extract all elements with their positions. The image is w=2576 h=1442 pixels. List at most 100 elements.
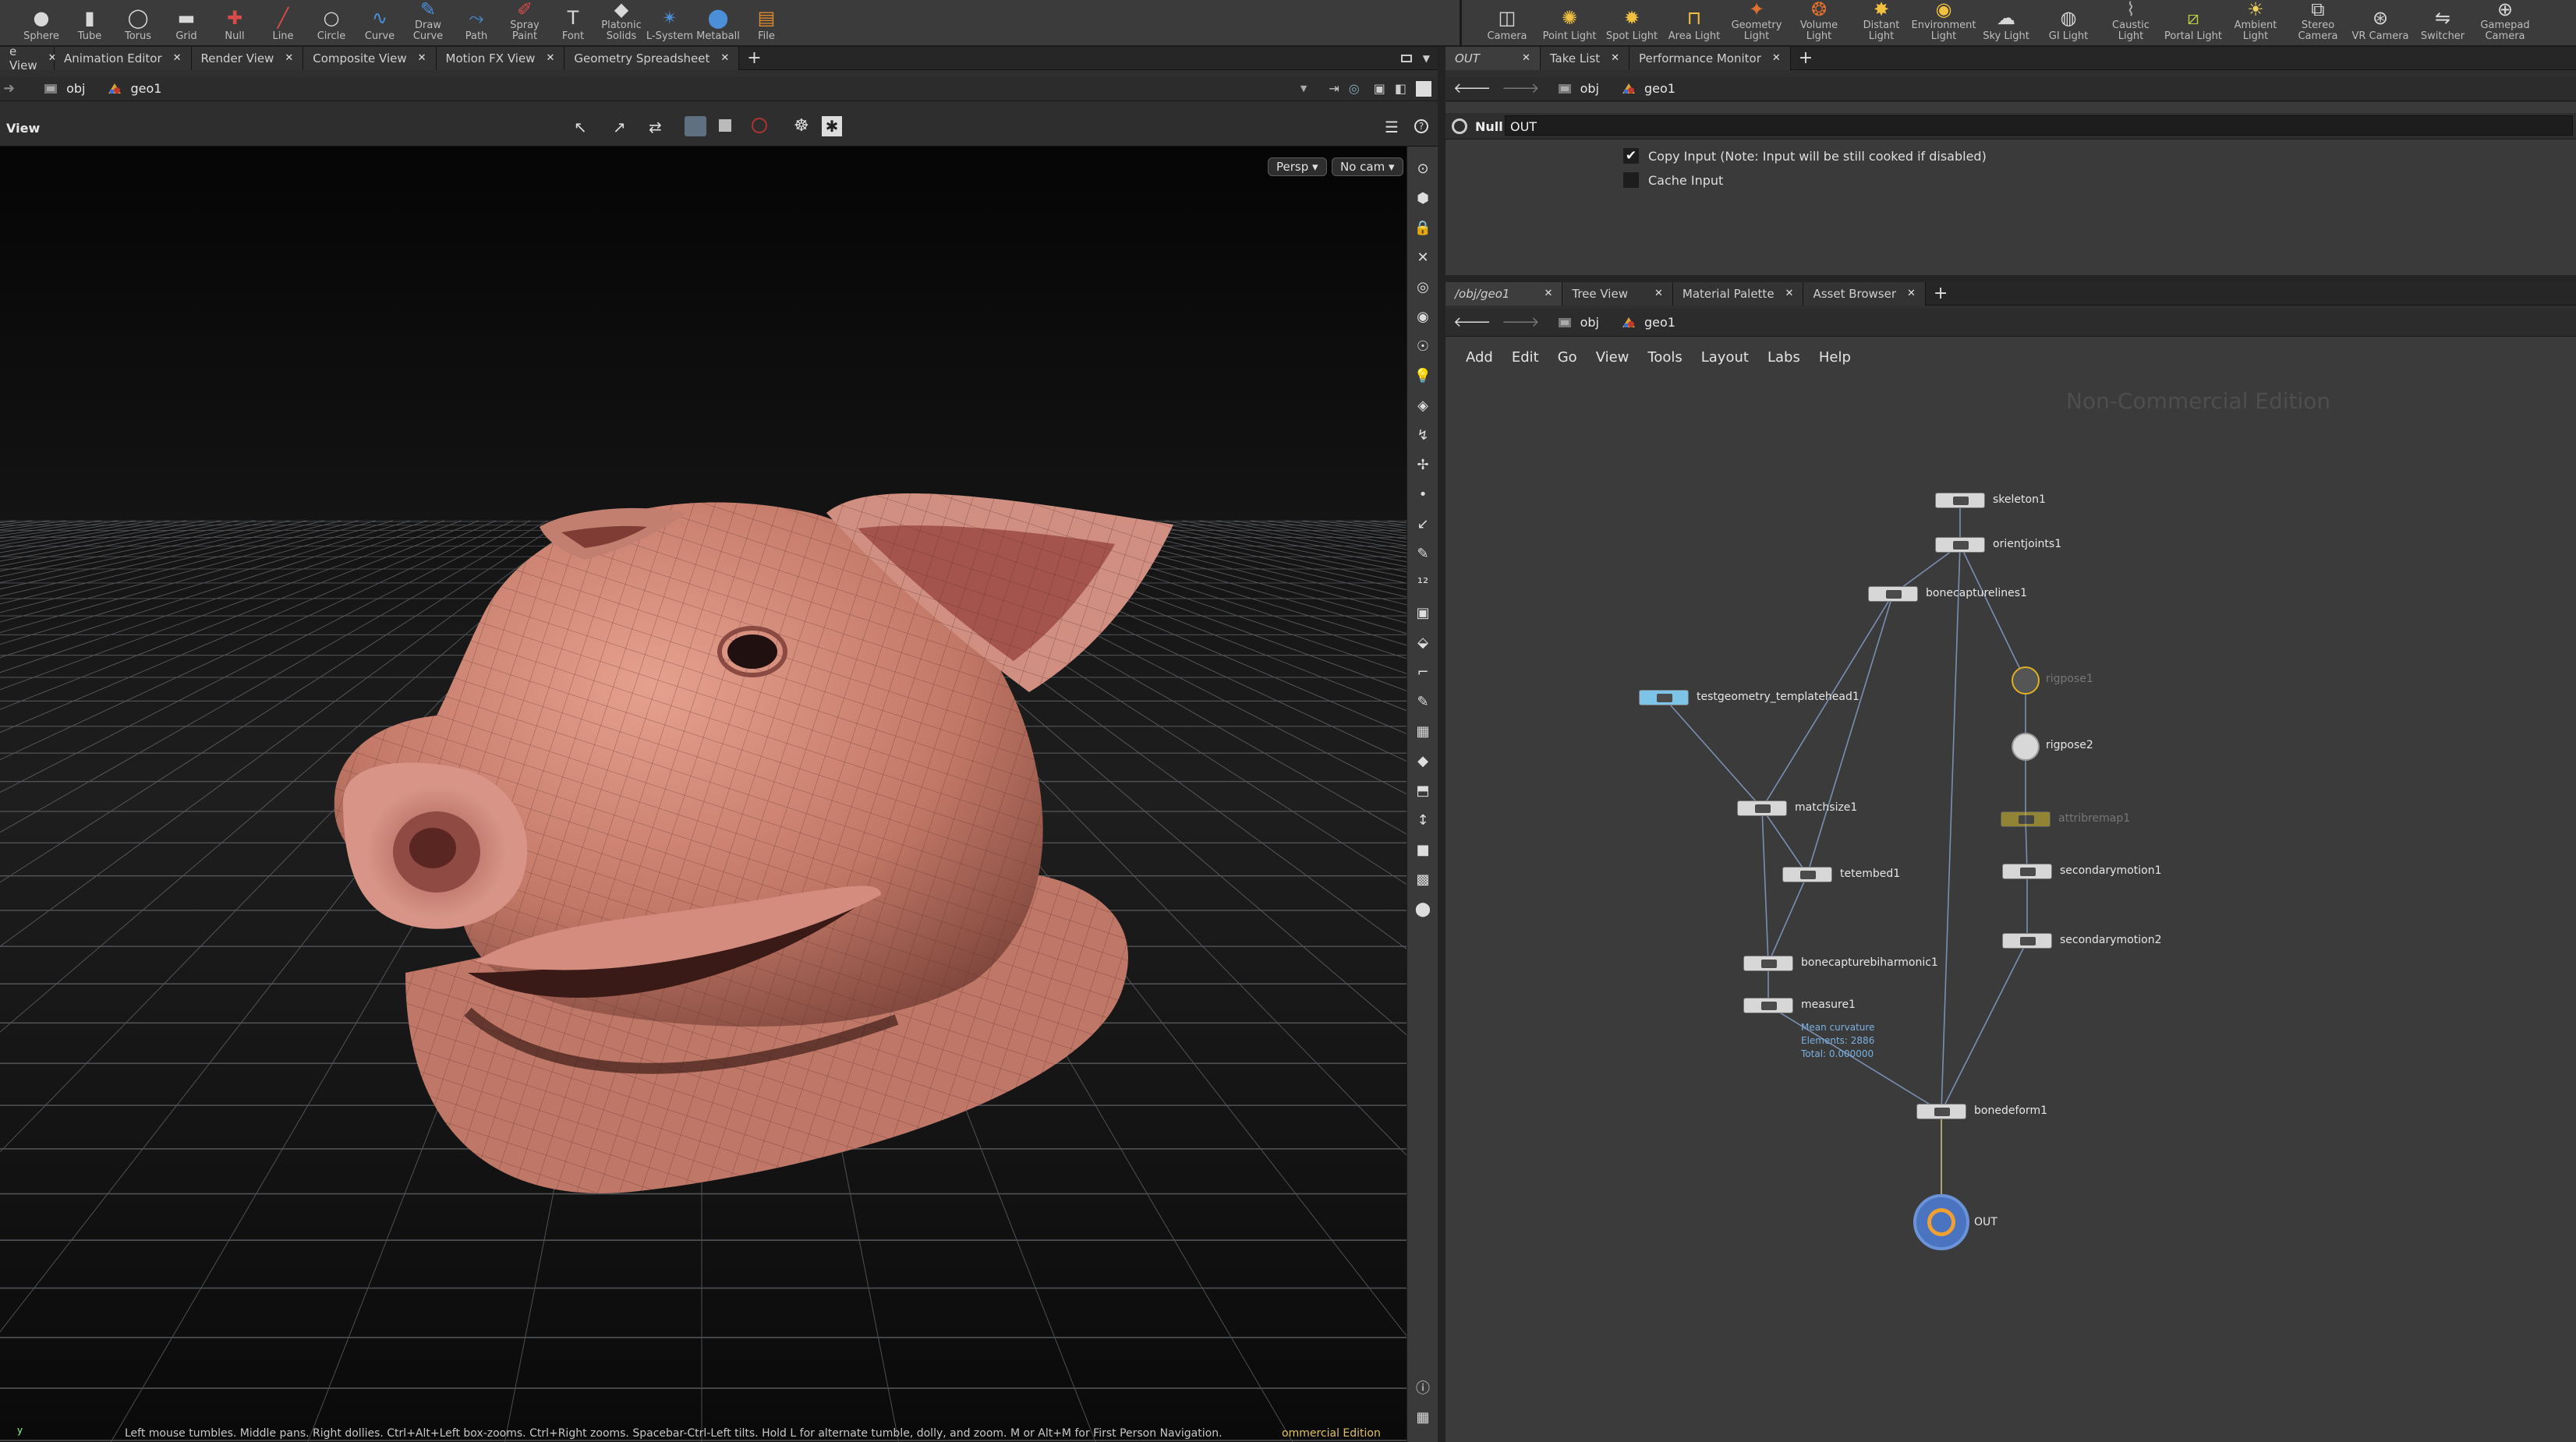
back-arrow-icon[interactable]: 🡐 [1453,314,1491,330]
wand-icon[interactable]: ↕ [1414,811,1432,829]
shelf-tool-path[interactable]: ⤳ Path [452,0,501,45]
maximize-icon[interactable] [1416,80,1431,97]
cache-input-checkbox[interactable] [1623,172,1639,188]
forward-arrow-icon[interactable]: 🡒 [1502,314,1539,330]
node-skeleton1[interactable] [1935,493,1985,508]
shelf-tool-portal-light[interactable]: ⧄ Portal Light [2162,0,2224,45]
grid-icon[interactable]: ▦ [1414,722,1432,740]
lock-icon[interactable]: 🔒 [1414,218,1432,237]
square-icon[interactable]: ■ [1414,840,1432,859]
shelf-tool-metaball[interactable]: ⬤ Metaball [694,0,742,45]
paint-icon[interactable]: ✎ [1414,692,1432,711]
path-crumb-obj[interactable]: obj [32,81,96,97]
shelf-tool-torus[interactable]: ◯ Torus [114,0,162,45]
add-tab-icon[interactable]: + [1791,48,1821,68]
shelf-tool-line[interactable]: ╱ Line [259,0,307,45]
curve-tool-icon[interactable]: ↯ [1414,426,1432,444]
shelf-tool-switcher[interactable]: ⇋ Switcher [2411,0,2474,45]
shelf-tool-ambient-light[interactable]: ☀ Ambient Light [2224,0,2287,45]
close-icon[interactable]: ✕ [418,52,426,64]
display-options-icon[interactable]: ☰ [1385,118,1399,136]
shelf-tool-volume-light[interactable]: ❂ Volume Light [1788,0,1850,45]
snapping-icon[interactable]: ☸ [794,116,809,136]
tab-geometry-spreadsheet[interactable]: Geometry Spreadsheet ✕ [564,46,740,70]
settings-gear-icon[interactable]: ✱ [822,116,842,136]
node-secondarymotion1[interactable] [2002,864,2052,879]
stamp-icon[interactable]: ⬙ [1414,633,1432,652]
tab-tree-view[interactable]: Tree View ✕ [1562,281,1673,306]
close-icon[interactable]: ✕ [1772,52,1781,64]
tab-performance-monitor[interactable]: Performance Monitor ✕ [1629,46,1791,70]
shelf-tool-l-system[interactable]: ✴ L-System [646,0,694,45]
snap-icon[interactable]: ◎ [1414,277,1432,296]
node-bonecapturelines1[interactable] [1868,586,1918,602]
path-crumb-obj[interactable]: obj [1546,315,1610,330]
close-icon[interactable]: ✕ [285,52,293,64]
shelf-tool-spray-paint[interactable]: ✐ Spray Paint [501,0,549,45]
close-icon[interactable]: ✕ [1785,288,1794,299]
desktop-icon[interactable]: ◧ [1395,81,1407,96]
knife-icon[interactable]: ⌐ [1414,663,1432,681]
node-orientjoints1[interactable] [1935,537,1985,553]
pane-menu-icon[interactable]: ▼ [1423,53,1430,64]
pane-maximize-icon[interactable] [1400,54,1412,62]
bulb-icon[interactable]: 💡 [1414,366,1432,385]
path-crumb-geo1[interactable]: geo1 [1610,81,1686,97]
pin-icon[interactable]: ⇥ [1329,81,1339,96]
shelf-tool-circle[interactable]: ○ Circle [307,0,356,45]
draw-icon[interactable]: ↙ [1414,514,1432,533]
node-testgeometry_templatehead1[interactable] [1639,690,1689,705]
path-dropdown-icon[interactable]: ▼ [1300,83,1307,94]
shelf-tool-tube[interactable]: ▮ Tube [65,0,114,45]
target-icon[interactable]: ✕ [1414,248,1432,267]
cube-icon[interactable]: ▣ [1414,603,1432,622]
layout-icon[interactable]: ▣ [1374,81,1385,96]
close-icon[interactable]: ✕ [546,52,554,64]
image-icon[interactable]: ▩ [1414,870,1432,889]
tab-composite-view[interactable]: Composite View ✕ [303,46,437,70]
shelf-tool-font[interactable]: T Font [549,0,597,45]
shelf-tool-file[interactable]: ▤ File [742,0,791,45]
shelf-tool-stereo-camera[interactable]: ⧉ Stereo Camera [2287,0,2349,45]
shelf-tool-vr-camera[interactable]: ⊛ VR Camera [2349,0,2411,45]
view-tool-icon[interactable] [685,116,706,136]
path-crumb-geo1[interactable]: geo1 [96,81,172,97]
close-icon[interactable]: ✕ [1611,52,1619,64]
node-bonedeform1[interactable] [1916,1104,1966,1119]
info-icon[interactable]: ⓘ [1414,1378,1432,1397]
lamp-icon[interactable]: ☉ [1414,337,1432,355]
pencil-icon[interactable]: ✎ [1414,544,1432,563]
tab-asset-browser[interactable]: Asset Browser ✕ [1803,281,1926,306]
node-secondarymotion2[interactable] [2002,933,2052,949]
node-attribremap1[interactable] [2001,811,2051,827]
shelf-tool-distant-light[interactable]: ✸ Distant Light [1850,0,1913,45]
viewport-scene[interactable] [0,147,1407,1442]
handle-tool-icon[interactable]: ⇄ [649,118,662,136]
node-out[interactable] [1913,1194,1969,1250]
camera-menu-button[interactable]: No cam ▾ [1332,157,1403,176]
tab-scene-view[interactable]: e View ✕ [0,44,57,72]
node-bonecapturebiharmonic1[interactable] [1743,956,1793,971]
shelf-tool-area-light[interactable]: ⊓ Area Light [1663,0,1725,45]
tab-out[interactable]: OUT ✕ [1445,46,1541,70]
tab-render-view[interactable]: Render View ✕ [191,46,304,70]
shelf-tool-curve[interactable]: ∿ Curve [356,0,404,45]
persp-menu-button[interactable]: Persp ▾ [1268,157,1327,176]
close-icon[interactable]: ✕ [1654,288,1663,299]
light-icon[interactable]: ◉ [1414,307,1432,326]
shelf-tool-geometry-light[interactable]: ✦ Geometry Light [1725,0,1788,45]
shelf-tool-camera[interactable]: ◫ Camera [1476,0,1538,45]
shelf-tool-point-light[interactable]: ✺ Point Light [1538,0,1601,45]
number-icon[interactable]: ¹² [1414,574,1432,592]
camera-view-icon[interactable]: ⊙ [1414,159,1432,178]
ruler-icon[interactable]: ⬒ [1414,781,1432,800]
node-matchsize1[interactable] [1737,801,1787,816]
tab-material-palette[interactable]: Material Palette ✕ [1672,281,1804,306]
copy-input-checkbox[interactable]: ✔ [1623,148,1639,164]
network-editor[interactable]: Add Edit Go View Tools Layout Labs Help Non-Com… [1445,337,2576,1442]
shelf-tool-spot-light[interactable]: ✹ Spot Light [1601,0,1663,45]
close-icon[interactable]: ✕ [1522,52,1530,64]
close-icon[interactable]: ✕ [1907,288,1916,299]
select-tool-icon[interactable]: ↖ [574,118,587,136]
forward-arrow-icon[interactable]: ➜ [3,80,15,97]
